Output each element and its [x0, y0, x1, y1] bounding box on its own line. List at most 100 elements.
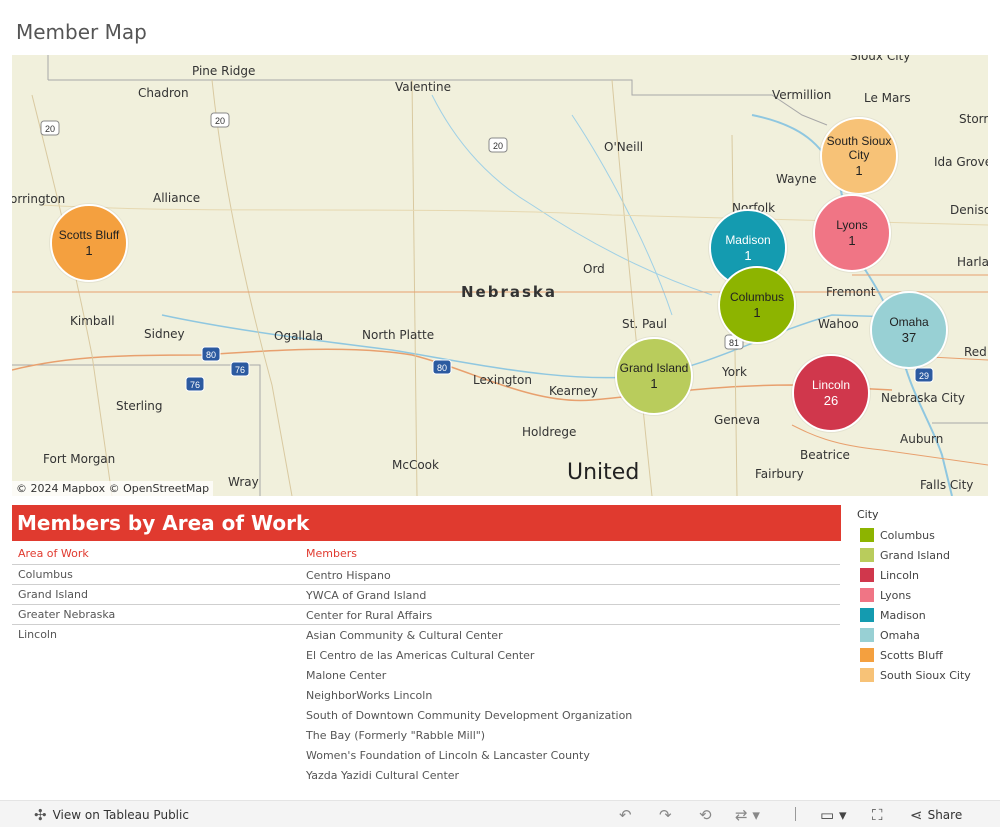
- bubble-city-label: South Sioux City: [826, 134, 892, 162]
- map-place-label: Wayne: [776, 172, 817, 186]
- city-bubble[interactable]: Omaha 37: [870, 291, 948, 369]
- legend-label: Lincoln: [880, 568, 919, 582]
- legend-label: Lyons: [880, 588, 912, 602]
- column-header-members[interactable]: Members: [306, 547, 357, 560]
- legend-swatch: [860, 528, 874, 542]
- city-bubble[interactable]: Scotts Bluff 1: [50, 204, 128, 282]
- city-bubble[interactable]: Lincoln 26: [792, 354, 870, 432]
- map-place-label: Ord: [583, 262, 605, 276]
- legend-label: Columbus: [880, 528, 935, 542]
- bubble-city-label: Scotts Bluff: [58, 228, 120, 242]
- map-place-label: Vermillion: [772, 88, 832, 102]
- member-cell[interactable]: South of Downtown Community Development …: [306, 709, 632, 722]
- member-cell[interactable]: El Centro de las Americas Cultural Cente…: [306, 649, 534, 662]
- legend-swatch: [860, 548, 874, 562]
- map-place-label: Wray: [228, 475, 259, 489]
- map-place-label: Sterling: [116, 399, 163, 413]
- bubble-count: 26: [823, 393, 839, 408]
- city-bubble[interactable]: Lyons 1: [813, 194, 891, 272]
- legend-item[interactable]: Omaha: [860, 627, 920, 643]
- svg-text:76: 76: [190, 380, 200, 390]
- redo-icon: ↷: [659, 806, 672, 824]
- bubble-count: 1: [848, 233, 856, 248]
- revert-icon: ⟲: [699, 806, 712, 824]
- map-place-label: Sidney: [144, 327, 185, 341]
- member-cell[interactable]: Centro Hispano: [306, 569, 391, 582]
- undo-button[interactable]: ↶: [619, 806, 632, 824]
- legend-title: City: [857, 508, 879, 521]
- legend-item[interactable]: Grand Island: [860, 547, 950, 563]
- map-place-label: Ogallala: [274, 329, 324, 343]
- download-button[interactable]: ▭ ▾: [820, 806, 846, 824]
- map-place-label: Beatrice: [800, 448, 850, 462]
- share-label: Share: [927, 808, 963, 822]
- map-attribution[interactable]: © 2024 Mapbox © OpenStreetMap: [12, 481, 214, 496]
- legend-item[interactable]: Lyons: [860, 587, 911, 603]
- legend-label: South Sioux City: [880, 668, 971, 682]
- bubble-city-label: Columbus: [729, 290, 785, 304]
- legend-swatch: [860, 588, 874, 602]
- legend-label: Madison: [880, 608, 926, 622]
- legend-item[interactable]: Madison: [860, 607, 926, 623]
- bubble-count: 37: [901, 330, 917, 345]
- refresh-icon: ⇄ ▾: [735, 806, 760, 824]
- bubble-city-label: Omaha: [889, 315, 929, 329]
- city-bubble[interactable]: Columbus 1: [718, 266, 796, 344]
- country-label: United: [567, 460, 640, 485]
- column-header-area[interactable]: Area of Work: [18, 547, 89, 560]
- member-map[interactable]: 20 20 20 80 76 76 80 81 29 Pine Ridge Cha…: [12, 55, 988, 496]
- bubble-city-label: Madison: [725, 233, 771, 247]
- svg-text:81: 81: [729, 338, 739, 348]
- share-icon: ⋖: [910, 806, 923, 824]
- member-cell[interactable]: Malone Center: [306, 669, 386, 682]
- city-bubble[interactable]: Grand Island 1: [615, 337, 693, 415]
- map-place-label: Lexington: [473, 373, 532, 387]
- svg-text:20: 20: [45, 124, 55, 134]
- legend-item[interactable]: Scotts Bluff: [860, 647, 943, 663]
- area-cell[interactable]: Greater Nebraska: [18, 608, 115, 621]
- map-place-label: Nebraska City: [881, 391, 965, 405]
- row-divider: [12, 564, 840, 565]
- member-cell[interactable]: Women's Foundation of Lincoln & Lancaste…: [306, 749, 590, 762]
- area-cell[interactable]: Lincoln: [18, 628, 57, 641]
- redo-button[interactable]: ↷: [659, 806, 672, 824]
- map-place-label: O'Neill: [604, 140, 644, 154]
- area-cell[interactable]: Grand Island: [18, 588, 88, 601]
- bubble-count: 1: [650, 376, 658, 391]
- svg-text:29: 29: [919, 371, 929, 381]
- view-on-tableau-button[interactable]: ✣ View on Tableau Public: [34, 806, 189, 824]
- share-button[interactable]: ⋖ Share: [910, 806, 962, 824]
- svg-text:80: 80: [437, 363, 447, 373]
- member-cell[interactable]: YWCA of Grand Island: [306, 589, 426, 602]
- area-cell[interactable]: Columbus: [18, 568, 73, 581]
- legend-item[interactable]: Columbus: [860, 527, 935, 543]
- row-divider: [12, 584, 840, 585]
- legend-label: Omaha: [880, 628, 920, 642]
- bubble-count: 1: [744, 248, 752, 263]
- city-bubble[interactable]: South Sioux City 1: [820, 117, 898, 195]
- legend-swatch: [860, 648, 874, 662]
- legend-swatch: [860, 568, 874, 582]
- page-title: Member Map: [16, 20, 147, 44]
- member-cell[interactable]: NeighborWorks Lincoln: [306, 689, 432, 702]
- refresh-button[interactable]: ⇄ ▾: [735, 806, 760, 824]
- map-place-label: Deniso: [950, 203, 988, 217]
- member-cell[interactable]: Asian Community & Cultural Center: [306, 629, 503, 642]
- member-cell[interactable]: Center for Rural Affairs: [306, 609, 432, 622]
- member-cell[interactable]: The Bay (Formerly "Rabble Mill"): [306, 729, 485, 742]
- toolbar-separator: [795, 807, 796, 821]
- fullscreen-button[interactable]: ⛶: [872, 806, 883, 824]
- map-place-label: Falls City: [920, 478, 974, 492]
- legend-item[interactable]: South Sioux City: [860, 667, 971, 683]
- map-place-label: Holdrege: [522, 425, 577, 439]
- member-cell[interactable]: Yazda Yazidi Cultural Center: [306, 769, 459, 782]
- revert-button[interactable]: ⟲: [699, 806, 712, 824]
- map-place-label: Pine Ridge: [192, 64, 256, 78]
- map-place-label: Le Mars: [864, 91, 911, 105]
- bubble-count: 1: [855, 163, 863, 178]
- map-place-label: Geneva: [714, 413, 761, 427]
- legend-item[interactable]: Lincoln: [860, 567, 919, 583]
- tableau-toolbar: ✣ View on Tableau Public ↶ ↷ ⟲ ⇄ ▾ ▭ ▾ ⛶…: [0, 800, 1000, 827]
- map-place-label: Fort Morgan: [43, 452, 116, 466]
- row-divider: [12, 624, 840, 625]
